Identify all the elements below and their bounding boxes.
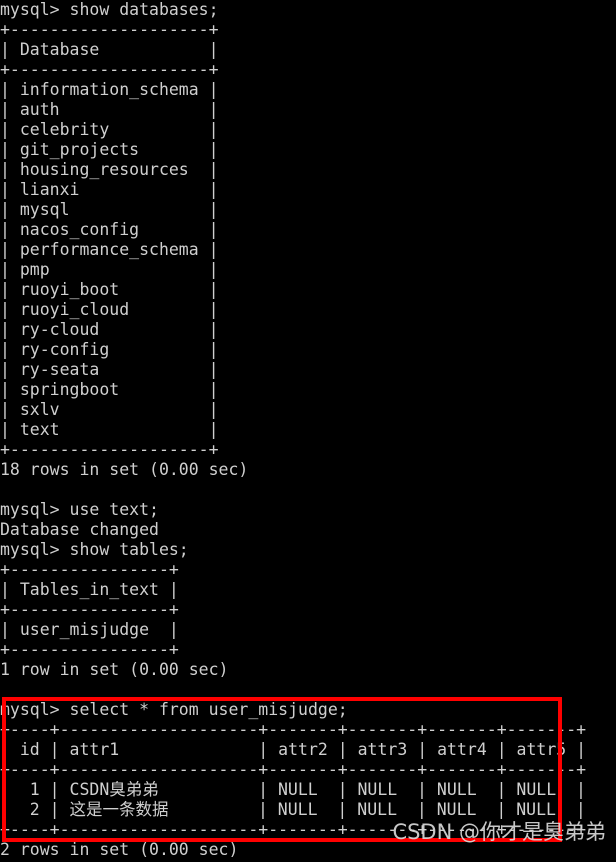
terminal-line: +--------------------+ [0, 60, 219, 79]
terminal-line: | ry-config | [0, 340, 219, 359]
terminal-line: +----+--------------------+-------+-----… [0, 760, 587, 779]
terminal-line: | Tables_in_text | [0, 580, 179, 599]
terminal-line: | pmp | [0, 260, 219, 279]
terminal-line: mysql> use text; [0, 500, 159, 519]
terminal-line: +--------------------+ [0, 440, 219, 459]
terminal-line: | sxlv | [0, 400, 219, 419]
terminal-line: | ruoyi_boot | [0, 280, 219, 299]
terminal-line: | springboot | [0, 380, 219, 399]
terminal-line: | auth | [0, 100, 219, 119]
terminal-line: | git_projects | [0, 140, 219, 159]
terminal-line: +----------------+ [0, 640, 179, 659]
terminal-line: +----+--------------------+-------+-----… [0, 720, 587, 739]
terminal-line: | celebrity | [0, 120, 219, 139]
terminal-line: | lianxi | [0, 180, 219, 199]
terminal-line: 1 row in set (0.00 sec) [0, 660, 229, 679]
terminal-line: +----------------+ [0, 600, 179, 619]
terminal-line: +--------------------+ [0, 20, 219, 39]
terminal-line: +----------------+ [0, 560, 179, 579]
terminal-line: | 1 | CSDN臭弟弟 | NULL | NULL | NULL | NUL… [0, 780, 586, 799]
terminal-line: mysql> show tables; [0, 540, 189, 559]
terminal-line: mysql> select * from user_misjudge; [0, 700, 348, 719]
terminal-line: | mysql | [0, 200, 219, 219]
terminal-line: | user_misjudge | [0, 620, 179, 639]
terminal-line: +----+--------------------+-------+-----… [0, 820, 587, 839]
terminal-line: | id | attr1 | attr2 | attr3 | attr4 | a… [0, 740, 587, 759]
terminal-line: | nacos_config | [0, 220, 219, 239]
terminal-line: | ry-cloud | [0, 320, 219, 339]
terminal-line: | 2 | 这是一条数据 | NULL | NULL | NULL | NULL… [0, 800, 586, 819]
terminal-line: | text | [0, 420, 219, 439]
terminal-line: 18 rows in set (0.00 sec) [0, 460, 249, 479]
terminal-line: | housing_resources | [0, 160, 219, 179]
terminal-line: | performance_schema | [0, 240, 219, 259]
terminal-line: mysql> show databases; [0, 0, 219, 19]
terminal-output[interactable]: mysql> show databases; +-----------------… [0, 0, 616, 862]
terminal-line: | Database | [0, 40, 219, 59]
terminal-line: | ry-seata | [0, 360, 219, 379]
terminal-line: | ruoyi_cloud | [0, 300, 219, 319]
terminal-line: | information_schema | [0, 80, 219, 99]
terminal-line: 2 rows in set (0.00 sec) [0, 840, 239, 859]
terminal-line: Database changed [0, 520, 159, 539]
